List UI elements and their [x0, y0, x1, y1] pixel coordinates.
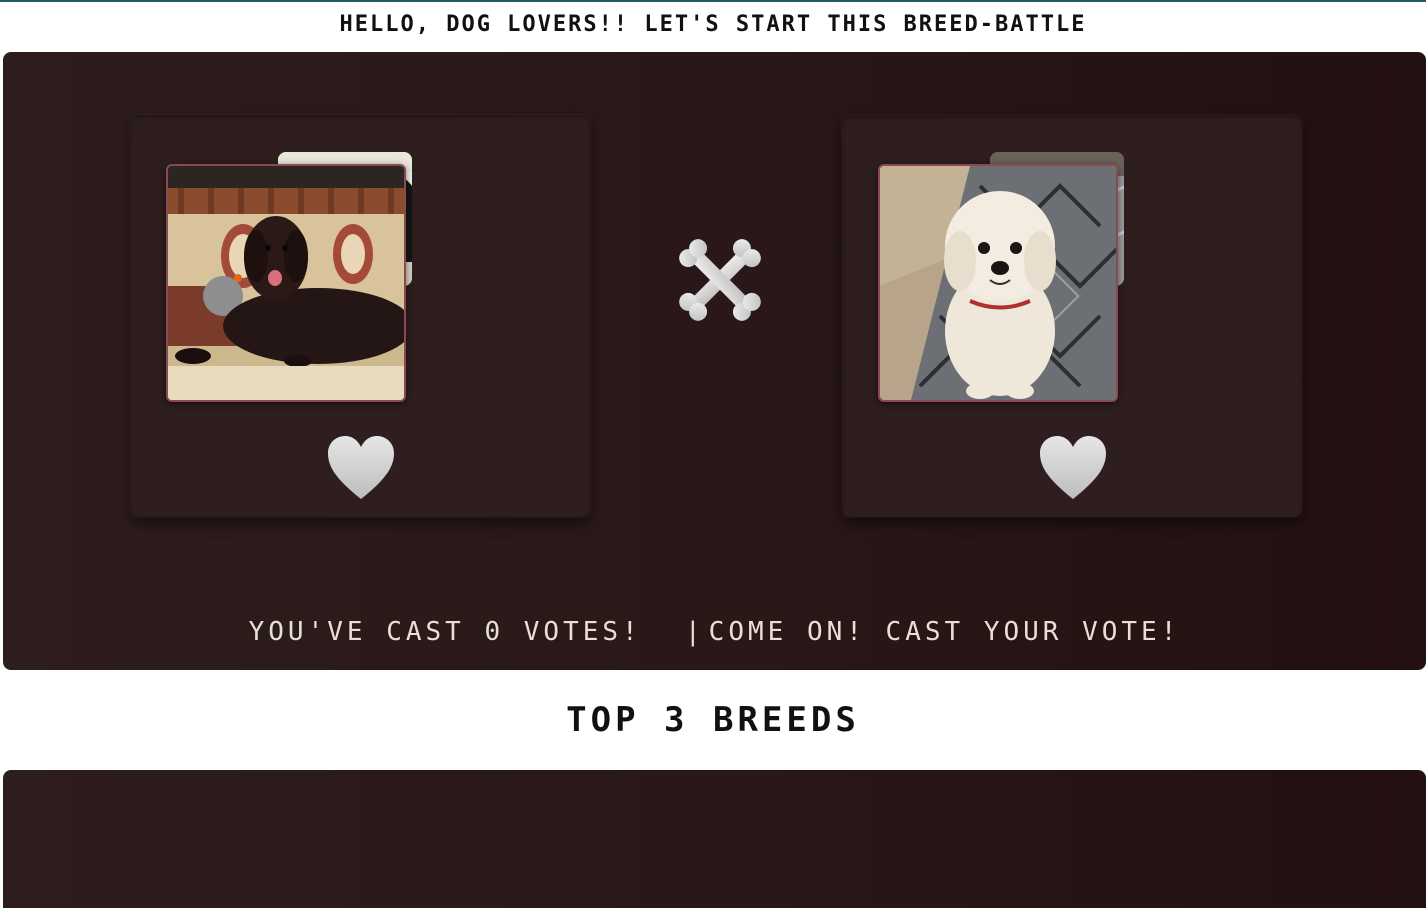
- battle-panel: You've cast 0 votes! | Come on! Cast your…: [3, 52, 1426, 670]
- votes-count-text: You've cast 0 votes!: [248, 617, 642, 647]
- crossed-bones-icon: [673, 232, 767, 328]
- status-separator: |: [685, 617, 705, 647]
- breed-card-right: [842, 115, 1302, 517]
- top-breeds-title: Top 3 Breeds: [566, 700, 860, 740]
- dog-photo-front-right: [878, 164, 1118, 402]
- heart-icon: [1040, 436, 1106, 499]
- vote-prompt-text: Come on! Cast your vote!: [708, 617, 1181, 647]
- vote-heart-button-left[interactable]: [326, 435, 396, 501]
- dog-photo-front-left: [166, 164, 406, 402]
- top-breeds-panel: [3, 770, 1426, 908]
- vote-status-line: You've cast 0 votes! | Come on! Cast your…: [3, 617, 1426, 647]
- top-accent-line: [0, 0, 1426, 2]
- heart-icon: [328, 436, 394, 499]
- greeting-heading: Hello, Dog Lovers!! Let's start this bre…: [339, 12, 1087, 37]
- breed-card-left: [130, 115, 590, 517]
- vote-heart-button-right[interactable]: [1038, 435, 1108, 501]
